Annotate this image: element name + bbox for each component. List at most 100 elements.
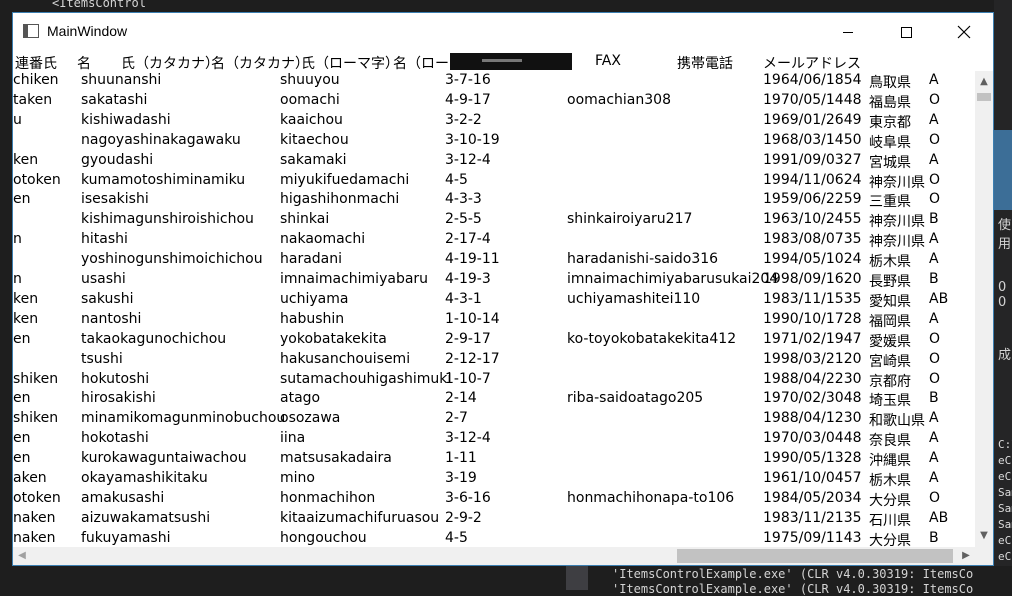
editor-code-snippet: <ItemsControl <box>52 0 146 10</box>
list-item-cell: 愛媛県 <box>869 333 911 350</box>
list-item-cell: ko-toyokobatakekita412 <box>567 330 737 347</box>
list-item-cell: 1971/02/1947 <box>763 330 862 347</box>
list-item-cell: taken <box>13 91 53 108</box>
list-item: en hirosakishi atago 2-14 riba-saidoatago205… <box>13 389 975 409</box>
vertical-scrollbar[interactable]: ▲ ▼ <box>975 71 993 547</box>
list-item-cell: 神奈川県 <box>869 214 925 231</box>
list-item-cell: 神奈川県 <box>869 234 925 251</box>
minimize-button[interactable] <box>819 13 877 51</box>
list-item-cell: shuuyou <box>280 72 340 88</box>
maximize-icon <box>900 26 912 38</box>
list-item-cell: nantoshi <box>81 310 142 327</box>
list-item-cell: 1-10-7 <box>445 370 491 387</box>
list-item-cell: A <box>929 72 939 88</box>
ide-output-area: 'ItemsControlExample.exe' (CLR v4.0.3031… <box>0 566 1012 596</box>
list-item-cell: 3-2-2 <box>445 111 482 128</box>
ide-right-text-2: 0 0 <box>998 280 1007 310</box>
list-item: n usashi imnaimachimiyabaru 4-19-3 imnaimach… <box>13 270 975 290</box>
scroll-down-arrow-icon[interactable]: ▼ <box>975 525 993 547</box>
list-item-cell: 4-3-1 <box>445 290 482 307</box>
list-item-cell: hokotashi <box>81 430 149 447</box>
list-item-cell: 3-12-4 <box>445 430 491 447</box>
list-item-cell: 福岡県 <box>869 313 911 330</box>
list-item-cell: nagoyashinakagawaku <box>81 131 241 148</box>
list-item-cell: 3-19 <box>445 470 477 486</box>
list-item-cell: riba-saidoatago205 <box>567 390 704 407</box>
scroll-up-arrow-icon[interactable]: ▲ <box>975 71 993 93</box>
list-item-cell: atago <box>280 390 321 407</box>
maximize-button[interactable] <box>877 13 935 51</box>
scroll-right-arrow-icon[interactable]: ▶ <box>957 547 975 565</box>
list-item-cell: 奈良県 <box>869 433 911 450</box>
list-item: n hitashi nakaomachi 2-17-4 1983/08/0735 神奈川県… <box>13 230 975 250</box>
list-item-cell: haradani <box>280 251 343 268</box>
list-item-cell: O <box>929 91 941 108</box>
horizontal-scroll-thumb[interactable] <box>677 549 953 563</box>
list-item-cell: habushin <box>280 310 345 327</box>
list-item: en takaokagunochichou yokobatakekita 2-9-17… <box>13 330 975 350</box>
list-item-cell: okayamashikitaku <box>81 470 208 486</box>
horizontal-scrollbar[interactable]: ◀ ▶ <box>13 547 975 565</box>
ide-side-line: eCo <box>998 550 1012 563</box>
list-item-cell: 4-19-11 <box>445 251 500 268</box>
column-header: 名（ロー <box>393 56 449 72</box>
list-item-cell: en <box>13 191 31 208</box>
minimize-icon <box>843 31 853 33</box>
list-item-cell: 栃木県 <box>869 254 911 271</box>
list-item-cell: shinkairoiyaru217 <box>567 211 693 228</box>
list-item-cell: en <box>13 390 31 407</box>
list-item: kishimagunshiroishichou shinkai 2-5-5 shink… <box>13 210 975 230</box>
ide-side-line: C:\ <box>998 438 1012 451</box>
list-item-cell: naken <box>13 509 56 526</box>
ide-selection-strip <box>994 130 1012 210</box>
list-item-cell: O <box>929 171 941 188</box>
list-item-cell: uchiyamashitei110 <box>567 290 701 307</box>
list-item-cell: 2-9-17 <box>445 330 491 347</box>
list-item-cell: O <box>929 330 941 347</box>
list-item-cell: A <box>929 430 939 447</box>
list-item-cell: matsusakadaira <box>280 450 392 467</box>
list-item-cell: 4-5 <box>445 171 468 188</box>
list-item-cell: hakusanchouisemi <box>280 350 411 367</box>
list-item-cell: hitashi <box>81 231 128 248</box>
list-item-cell: kitaaizumachifuruasou <box>280 509 440 526</box>
ide-scrollbar[interactable] <box>566 566 588 590</box>
list-item-cell: O <box>929 131 941 148</box>
scroll-left-arrow-icon[interactable]: ◀ <box>13 547 31 565</box>
close-button[interactable] <box>935 13 993 51</box>
list-item: shiken minamikomagunminobuchou osozawa 2-7 1… <box>13 409 975 429</box>
column-header: 連番 <box>15 56 43 72</box>
list-item-cell: haradanishi-saido316 <box>567 251 719 268</box>
list-item-cell: 1970/05/1448 <box>763 91 862 108</box>
list-item-cell: shiken <box>13 370 59 387</box>
vertical-scroll-thumb[interactable] <box>977 93 991 101</box>
list-item-cell: oomachi <box>280 91 340 108</box>
list-item-cell: 2-14 <box>445 390 477 407</box>
list-item: naken aizuwakamatsushi kitaaizumachifuruas… <box>13 509 975 529</box>
list-item-cell: imnaimachimiyabaru <box>280 271 429 287</box>
ide-side-line: eCo <box>998 470 1012 483</box>
list-item: ken sakushi uchiyama 4-3-1 uchiyamashitei110… <box>13 290 975 310</box>
list-item-cell: 2-7 <box>445 410 468 427</box>
list-item-cell: 1983/11/2135 <box>763 509 862 526</box>
list-item-cell: shiken <box>13 410 59 427</box>
list-item-cell: 1968/03/1450 <box>763 131 862 148</box>
list-item-cell: A <box>929 251 939 268</box>
column-header: メールアドレス <box>763 56 861 72</box>
list-item-cell: mino <box>280 470 315 486</box>
list-item: en hokotashi iina 3-12-4 1970/03/0448 奈良県 A <box>13 429 975 449</box>
list-item-cell: 1964/06/1854 <box>763 72 862 88</box>
title-bar[interactable]: MainWindow <box>13 13 993 51</box>
list-item-cell: A <box>929 310 939 327</box>
column-header: 氏（ローマ字） <box>301 56 399 72</box>
list-item-cell: n <box>13 271 22 287</box>
list-item: en isesakishi higashihonmachi 4-3-3 1959/06/… <box>13 190 975 210</box>
list-item-cell: 東京都 <box>869 114 911 131</box>
list-item-cell: higashihonmachi <box>280 191 400 208</box>
list-item-cell: usashi <box>81 271 126 287</box>
list-item: shiken hokutoshi sutamachouhigashimuki 1-10… <box>13 370 975 390</box>
list-item-cell: takaokagunochichou <box>81 330 227 347</box>
list-item-cell: 1969/01/2649 <box>763 111 862 128</box>
list-item-cell: n <box>13 231 22 248</box>
list-item-cell: kishimagunshiroishichou <box>81 211 254 228</box>
